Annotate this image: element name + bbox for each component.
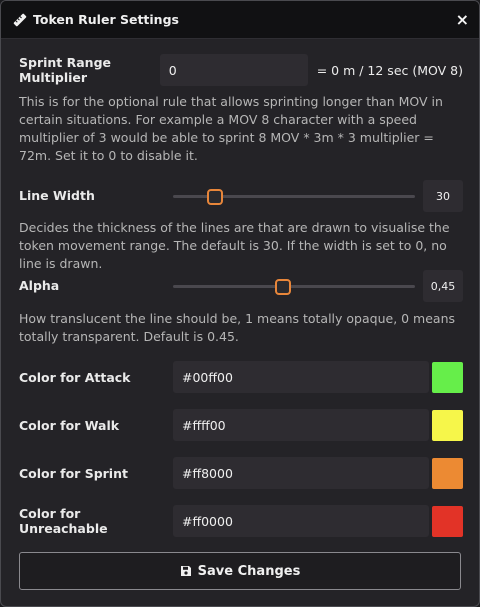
color-walk-input[interactable] <box>173 409 429 441</box>
sprint-multiplier-input[interactable] <box>159 54 308 86</box>
color-sprint-input[interactable] <box>173 457 429 489</box>
dialog-titlebar[interactable]: Token Ruler Settings × <box>1 1 479 39</box>
line-width-label: Line Width <box>19 188 95 203</box>
close-icon[interactable]: × <box>456 11 469 28</box>
color-walk-label: Color for Walk <box>19 417 120 433</box>
color-walk-row: Color for Walk <box>19 409 463 441</box>
line-width-slider-handle[interactable] <box>207 189 224 205</box>
color-sprint-row: Color for Sprint <box>19 457 463 489</box>
color-walk-swatch[interactable] <box>432 409 463 441</box>
color-unreachable-input[interactable] <box>173 505 429 537</box>
alpha-label: Alpha <box>19 278 60 293</box>
color-unreachable-row: Color for Unreachable <box>19 505 463 537</box>
save-disk-icon <box>180 565 192 577</box>
sprint-range-result: = 0 m / 12 sec (MOV 8) <box>316 62 463 78</box>
save-changes-label: Save Changes <box>197 563 301 579</box>
alpha-slider-handle[interactable] <box>274 279 291 295</box>
alpha-slider-track <box>173 285 415 288</box>
settings-dialog: Token Ruler Settings × Sprint Range Mult… <box>0 0 480 607</box>
alpha-value: 0,45 <box>423 270 463 302</box>
color-sprint-label: Color for Sprint <box>19 465 128 481</box>
color-attack-input[interactable] <box>173 361 429 393</box>
color-attack-label: Color for Attack <box>19 369 131 385</box>
color-unreachable-swatch[interactable] <box>432 505 463 537</box>
color-sprint-swatch[interactable] <box>432 457 463 489</box>
color-unreachable-label: Color for Unreachable <box>19 506 108 536</box>
line-width-slider[interactable] <box>173 180 415 212</box>
alpha-slider[interactable] <box>173 270 415 302</box>
color-attack-swatch[interactable] <box>432 361 463 393</box>
line-width-help-text: Decides the thickness of the lines are t… <box>19 220 450 271</box>
save-changes-button[interactable]: Save Changes <box>19 552 461 590</box>
dialog-title: Token Ruler Settings <box>33 12 179 27</box>
alpha-help-text: How translucent the line should be, 1 me… <box>19 311 456 344</box>
sprint-multiplier-label: Sprint Range Multiplier <box>19 55 112 85</box>
line-width-value: 30 <box>423 180 463 212</box>
color-attack-row: Color for Attack <box>19 361 463 393</box>
ruler-icon <box>13 13 27 27</box>
sprint-help-text: This is for the optional rule that allow… <box>19 94 443 163</box>
